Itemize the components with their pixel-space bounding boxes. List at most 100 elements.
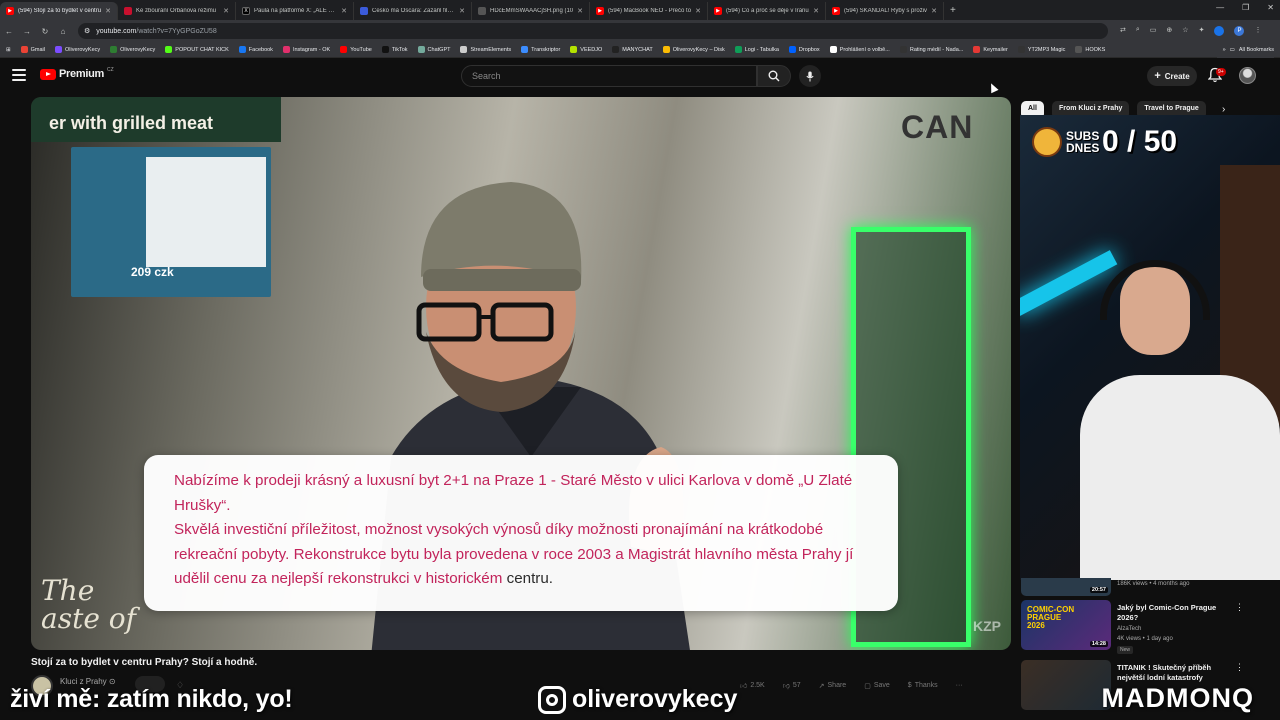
- browser-tab[interactable]: ▶ (594) Co a proč se děje v Íránu ✕: [708, 2, 826, 20]
- share-button[interactable]: ↗ Share: [819, 681, 847, 690]
- cast-icon[interactable]: ▭: [1150, 26, 1157, 36]
- chevron-right-icon[interactable]: ›: [1222, 104, 1225, 115]
- profile-circle-icon[interactable]: [1214, 26, 1225, 36]
- translate-icon[interactable]: ⇄: [1120, 26, 1126, 36]
- browser-menu-icon[interactable]: ⋮: [1254, 26, 1261, 36]
- reload-icon[interactable]: ↻: [36, 27, 54, 36]
- recommendation-thumbnail[interactable]: COMIC-CON PRAGUE 2026 14:28: [1021, 600, 1111, 650]
- browser-tab[interactable]: Ke zbourání Orbánova režimu ✕: [118, 2, 236, 20]
- bookmark-label: POPOUT CHAT KICK: [175, 46, 229, 53]
- forward-icon[interactable]: →: [18, 27, 36, 36]
- minimize-icon[interactable]: —: [1216, 3, 1224, 12]
- bookmark-item[interactable]: Rating médií - Nada...: [899, 46, 963, 53]
- bookmark-item[interactable]: Instagram - OK: [282, 46, 331, 53]
- browser-tab[interactable]: ▶ (594) Stojí za to bydlet v centru ✕: [0, 2, 118, 20]
- bookmark-item[interactable]: Keymailer: [973, 46, 1008, 53]
- bookmark-item[interactable]: OliverovyKecy: [54, 46, 100, 53]
- close-tab-icon[interactable]: ✕: [223, 7, 229, 15]
- more-options-icon[interactable]: ⋮: [1235, 602, 1244, 613]
- bookmark-item[interactable]: Prohlášení o volbě...: [829, 46, 890, 53]
- share-icon: ↗: [818, 682, 825, 690]
- bookmark-item[interactable]: Transkriptor: [521, 46, 560, 53]
- profile-avatar[interactable]: P: [1234, 26, 1245, 36]
- more-actions-button[interactable]: ···: [956, 681, 963, 690]
- close-tab-icon[interactable]: ✕: [695, 7, 701, 15]
- bookmark-favicon-icon: [282, 46, 290, 53]
- bookmark-item[interactable]: YouTube: [340, 46, 372, 53]
- close-window-icon[interactable]: ✕: [1267, 3, 1274, 12]
- bookmark-item[interactable]: OliverovyKecy – Disk: [662, 46, 725, 53]
- tab-title: Česko má Oscara: Zazářil film o: [372, 8, 456, 14]
- close-tab-icon[interactable]: ✕: [813, 7, 819, 15]
- create-label: Create: [1164, 71, 1190, 81]
- bookmark-item[interactable]: TikTok: [381, 46, 408, 53]
- browser-tab[interactable]: Česko má Oscara: Zazářil film o ✕: [354, 2, 472, 20]
- close-tab-icon[interactable]: ✕: [105, 7, 111, 15]
- user-avatar[interactable]: [1239, 67, 1256, 84]
- thanks-button[interactable]: $ Thanks: [908, 681, 938, 690]
- bookmark-item[interactable]: Facebook: [238, 46, 273, 53]
- recommendation-thumbnail[interactable]: [1021, 660, 1111, 710]
- bookmark-item[interactable]: Logi - Tabulka: [734, 46, 779, 53]
- recommendation-item[interactable]: 20:57 186K views • 4 months ago: [1021, 578, 1251, 596]
- search-input[interactable]: [472, 71, 756, 81]
- bookmark-item[interactable]: VEEDJO: [570, 46, 602, 53]
- recommendation-item[interactable]: COMIC-CON PRAGUE 2026 14:28 Jaký byl Comic…: [1021, 600, 1251, 656]
- home-icon[interactable]: ⌂: [54, 27, 72, 36]
- search-field[interactable]: [461, 65, 757, 87]
- bookmark-item[interactable]: YT2MP3 Magic: [1017, 46, 1065, 53]
- bookmark-item[interactable]: OliverovyKecy: [110, 46, 155, 53]
- youtube-logo[interactable]: Premium CZ: [40, 67, 114, 80]
- bookmark-label: Facebook: [248, 46, 273, 53]
- zoom-icon[interactable]: ⌕: [1136, 26, 1140, 36]
- subs-goal-widget: SUBS DNES 0 / 50: [1032, 125, 1177, 159]
- bookmark-favicon-icon: [570, 46, 578, 53]
- video-scene-sign: er with grilled meat: [31, 97, 281, 142]
- recommendation-thumbnail[interactable]: 20:57: [1021, 578, 1111, 596]
- save-button[interactable]: ▢ Save: [864, 681, 890, 690]
- all-bookmarks-button[interactable]: » ▭ All Bookmarks: [1216, 42, 1274, 58]
- search-button[interactable]: [757, 65, 791, 87]
- bookmark-favicon-icon: [521, 46, 529, 53]
- bookmark-favicon-icon: [20, 46, 28, 53]
- bookmark-item[interactable]: HOOKS: [1075, 46, 1105, 53]
- more-options-icon[interactable]: ⋮: [1235, 662, 1244, 673]
- close-tab-icon[interactable]: ✕: [577, 7, 583, 15]
- browser-tab[interactable]: HDcEMmSWAAACjSH.png (10 ✕: [472, 2, 590, 20]
- browser-tab[interactable]: ▶ (594) SKANDÁL! Ryby s proživ ✕: [826, 2, 944, 20]
- bookmark-label: Gmail: [30, 46, 45, 53]
- new-tab-button[interactable]: +: [944, 5, 962, 16]
- bookmark-star-icon[interactable]: ☆: [1182, 26, 1188, 36]
- bookmark-item[interactable]: Dropbox: [788, 46, 820, 53]
- video-player[interactable]: er with grilled meat 209 czk CAN The ast…: [31, 97, 1011, 650]
- create-button[interactable]: + Create: [1147, 66, 1197, 86]
- bookmark-item[interactable]: POPOUT CHAT KICK: [165, 46, 229, 53]
- close-tab-icon[interactable]: ✕: [341, 7, 347, 15]
- recommendation-meta: 186K views • 4 months ago: [1117, 581, 1190, 587]
- dislike-button[interactable]: 👎︎ 57: [783, 681, 801, 690]
- video-scene-menu-board: 209 czk: [71, 147, 271, 297]
- close-tab-icon[interactable]: ✕: [459, 7, 465, 15]
- bookmark-item[interactable]: ChatGPT: [417, 46, 450, 53]
- restore-icon[interactable]: ❐: [1242, 3, 1249, 12]
- browser-tab[interactable]: X Paula na platformě X: „ALE PAV ✕: [236, 2, 354, 20]
- like-button[interactable]: 👍︎ 2.5K: [740, 681, 765, 690]
- back-icon[interactable]: ←: [0, 27, 18, 36]
- bookmark-favicon-icon: [238, 46, 246, 53]
- bookmark-item[interactable]: MANYCHAT: [612, 46, 653, 53]
- youtube-icon: ▶: [832, 7, 840, 15]
- tab-title: HDcEMmSWAAACjSH.png (10: [490, 8, 574, 14]
- bookmark-item[interactable]: StreamElements: [460, 46, 511, 53]
- bookmark-label: Instagram - OK: [292, 46, 331, 53]
- apps-grid-icon[interactable]: ⊞: [6, 47, 11, 53]
- voice-search-button[interactable]: [799, 65, 821, 87]
- hamburger-menu-icon[interactable]: [12, 69, 26, 81]
- url-field[interactable]: ⚙ youtube.com/watch?v=7YyGPGoZU58: [78, 23, 1108, 39]
- extensions-icon[interactable]: ✦: [1199, 26, 1205, 36]
- install-icon[interactable]: ⊕: [1166, 26, 1172, 36]
- site-info-icon[interactable]: ⚙: [84, 27, 90, 35]
- close-tab-icon[interactable]: ✕: [931, 7, 937, 15]
- browser-tab[interactable]: ▶ (594) MacBook NEO - Prečo to ✕: [590, 2, 708, 20]
- like-icon: 👍︎: [740, 683, 748, 690]
- bookmark-item[interactable]: Gmail: [20, 46, 45, 53]
